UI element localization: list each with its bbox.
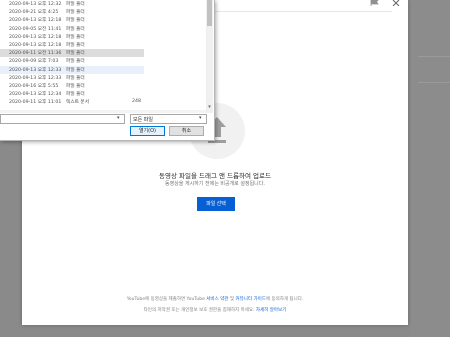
file-row[interactable]: 2020-09-13 오후 12:33 파일 폴더 [0,65,144,74]
file-modified-date: 2020-09-11 오후 11:01 [9,100,62,106]
file-row[interactable]: 2020-09-13 오후 12:18 파일 폴더 [0,16,144,24]
drop-title: 동영상 파일을 드래그 앤 드롭하여 업로드 [159,172,271,180]
drop-subtitle: 동영상을 게시하기 전에는 비공개로 설정됩니다. [165,181,265,187]
file-type-value: 모든 파일 [133,117,153,123]
chevron-down-icon[interactable]: ▾ [199,115,202,121]
file-type: 파일 폴더 [66,51,85,57]
guidelines-link[interactable]: 커뮤니티 가이드 [235,297,265,302]
background-page [410,0,450,337]
horizontal-scrollbar[interactable] [0,110,206,113]
file-row[interactable]: 2020-09-09 오후 7:03 파일 폴더 [0,57,144,65]
scroll-down-icon[interactable]: ▾ [207,104,212,111]
file-modified-date: 2020-09-21 오후 4:25 [9,10,59,16]
file-list[interactable]: 2020-09-13 오후 12:32 파일 폴더 2020-09-21 오후 4:… [0,0,206,110]
file-type: 파일 폴더 [66,92,85,98]
file-modified-date: 2020-09-13 오후 12:18 [9,34,62,40]
open-button[interactable]: 열기(O) [130,126,165,136]
select-files-button[interactable]: 파일 선택 [197,197,235,211]
tos-link[interactable]: 서비스 약관 [206,297,228,302]
file-type: 파일 폴더 [66,10,85,16]
file-type: 파일 폴더 [66,84,85,89]
file-row[interactable]: 2020-09-16 오후 5:55 파일 폴더 [0,82,144,90]
close-icon[interactable] [392,0,400,6]
file-type: 파일 폴더 [66,43,85,48]
file-modified-date: 2020-09-05 오전 11:41 [9,26,62,32]
scroll-thumb[interactable] [207,0,212,26]
file-modified-date: 2020-09-13 오후 12:33 [9,67,62,73]
file-modified-date: 2020-09-11 오전 11:36 [9,51,62,57]
background-divider [418,56,450,57]
file-row[interactable]: 2020-09-13 오후 12:33 파일 폴더 [0,74,144,82]
footer-text: 타인의 저작권 또는 개인정보 보호 권한을 침해하지 마세요. [143,308,256,313]
flag-icon[interactable] [370,0,380,6]
learn-more-link[interactable]: 자세히 알아보기 [256,308,286,313]
file-modified-date: 2020-09-16 오후 5:55 [9,84,59,89]
background-divider [418,82,450,83]
file-row[interactable]: 2020-09-11 오전 11:36 파일 폴더 [0,49,144,58]
footer-terms: YouTube에 동영상을 제출하면 YouTube 서비스 약관 및 커뮤니티… [22,296,408,302]
footer-text: 에 동의하게 됩니다. [265,297,304,302]
file-modified-date: 2020-09-13 오후 12:33 [9,75,62,81]
file-type: 파일 폴더 [66,34,85,40]
file-row[interactable]: 2020-09-13 오후 12:32 파일 폴더 [0,0,144,8]
file-row[interactable]: 2020-09-11 오후 11:01 텍스트 문서 248 [0,98,144,106]
cancel-button[interactable]: 취소 [169,126,204,136]
file-type: 파일 폴더 [66,2,85,7]
file-type: 파일 폴더 [66,59,85,65]
file-modified-date: 2020-09-13 오후 12:18 [9,43,62,48]
chevron-down-icon[interactable]: ▾ [117,115,120,121]
vertical-scrollbar[interactable]: ▾ [206,0,213,113]
file-modified-date: 2020-09-13 오후 12:18 [9,18,62,24]
modal-header-divider [212,11,392,12]
file-row[interactable]: 2020-09-13 오후 12:18 파일 폴더 [0,33,144,41]
file-type: 파일 폴더 [66,67,85,73]
file-type: 텍스트 문서 [66,100,90,106]
file-row[interactable]: 2020-09-13 오후 12:18 파일 폴더 [0,41,144,49]
footer-copyright: 타인의 저작권 또는 개인정보 보호 권한을 침해하지 마세요. 자세히 알아보… [22,307,408,313]
file-row[interactable]: 2020-09-13 오후 12:34 파일 폴더 [0,90,144,98]
file-modified-date: 2020-09-13 오후 12:34 [9,92,62,98]
file-size: 248 [132,99,141,105]
file-type: 파일 폴더 [66,18,85,24]
file-open-dialog: 2020-09-13 오후 12:32 파일 폴더 2020-09-21 오후 4:… [0,0,215,141]
footer-text: YouTube에 동영상을 제출하면 YouTube [126,297,207,302]
file-type: 파일 폴더 [66,75,85,81]
file-modified-date: 2020-09-13 오후 12:32 [9,2,62,7]
file-row[interactable]: 2020-09-05 오전 11:41 파일 폴더 [0,25,144,33]
file-modified-date: 2020-09-09 오후 7:03 [9,59,59,65]
file-type: 파일 폴더 [66,26,85,32]
file-row[interactable]: 2020-09-21 오후 4:25 파일 폴더 [0,8,144,16]
filename-input[interactable] [0,114,125,124]
